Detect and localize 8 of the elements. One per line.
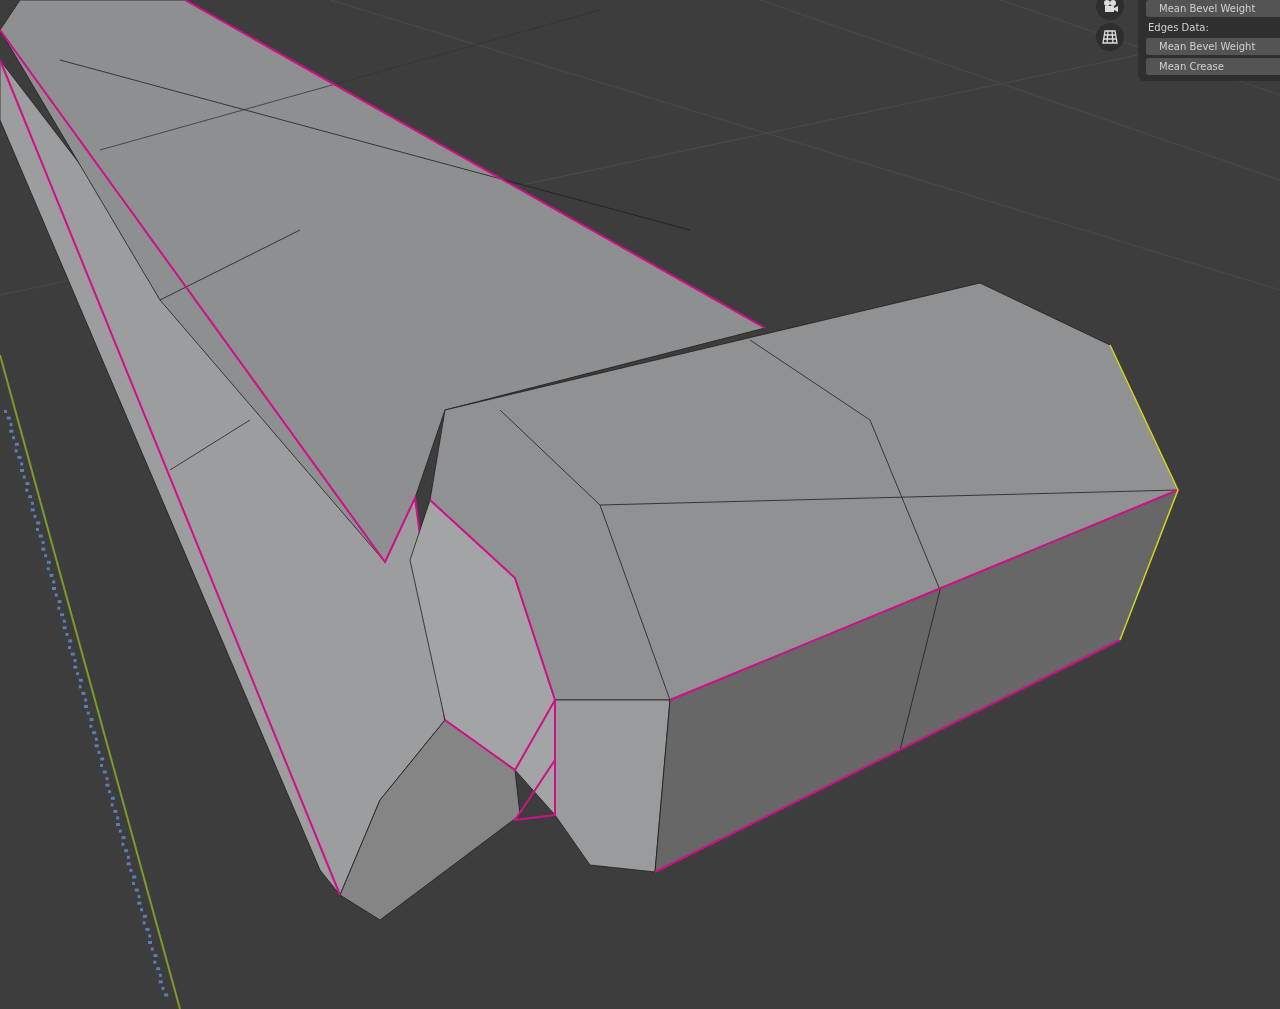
section-label: Edges Data: — [1147, 21, 1210, 35]
value-field[interactable]: Mean Bevel Weight — [1146, 38, 1280, 55]
grid-view-button[interactable] — [1096, 23, 1124, 51]
grid-icon — [1102, 30, 1118, 44]
value-field[interactable]: Mean Bevel Weight — [1146, 0, 1280, 17]
camera-icon — [1102, 0, 1118, 13]
value-field[interactable]: Mean Crease — [1146, 58, 1280, 75]
camera-view-button[interactable] — [1096, 0, 1124, 20]
